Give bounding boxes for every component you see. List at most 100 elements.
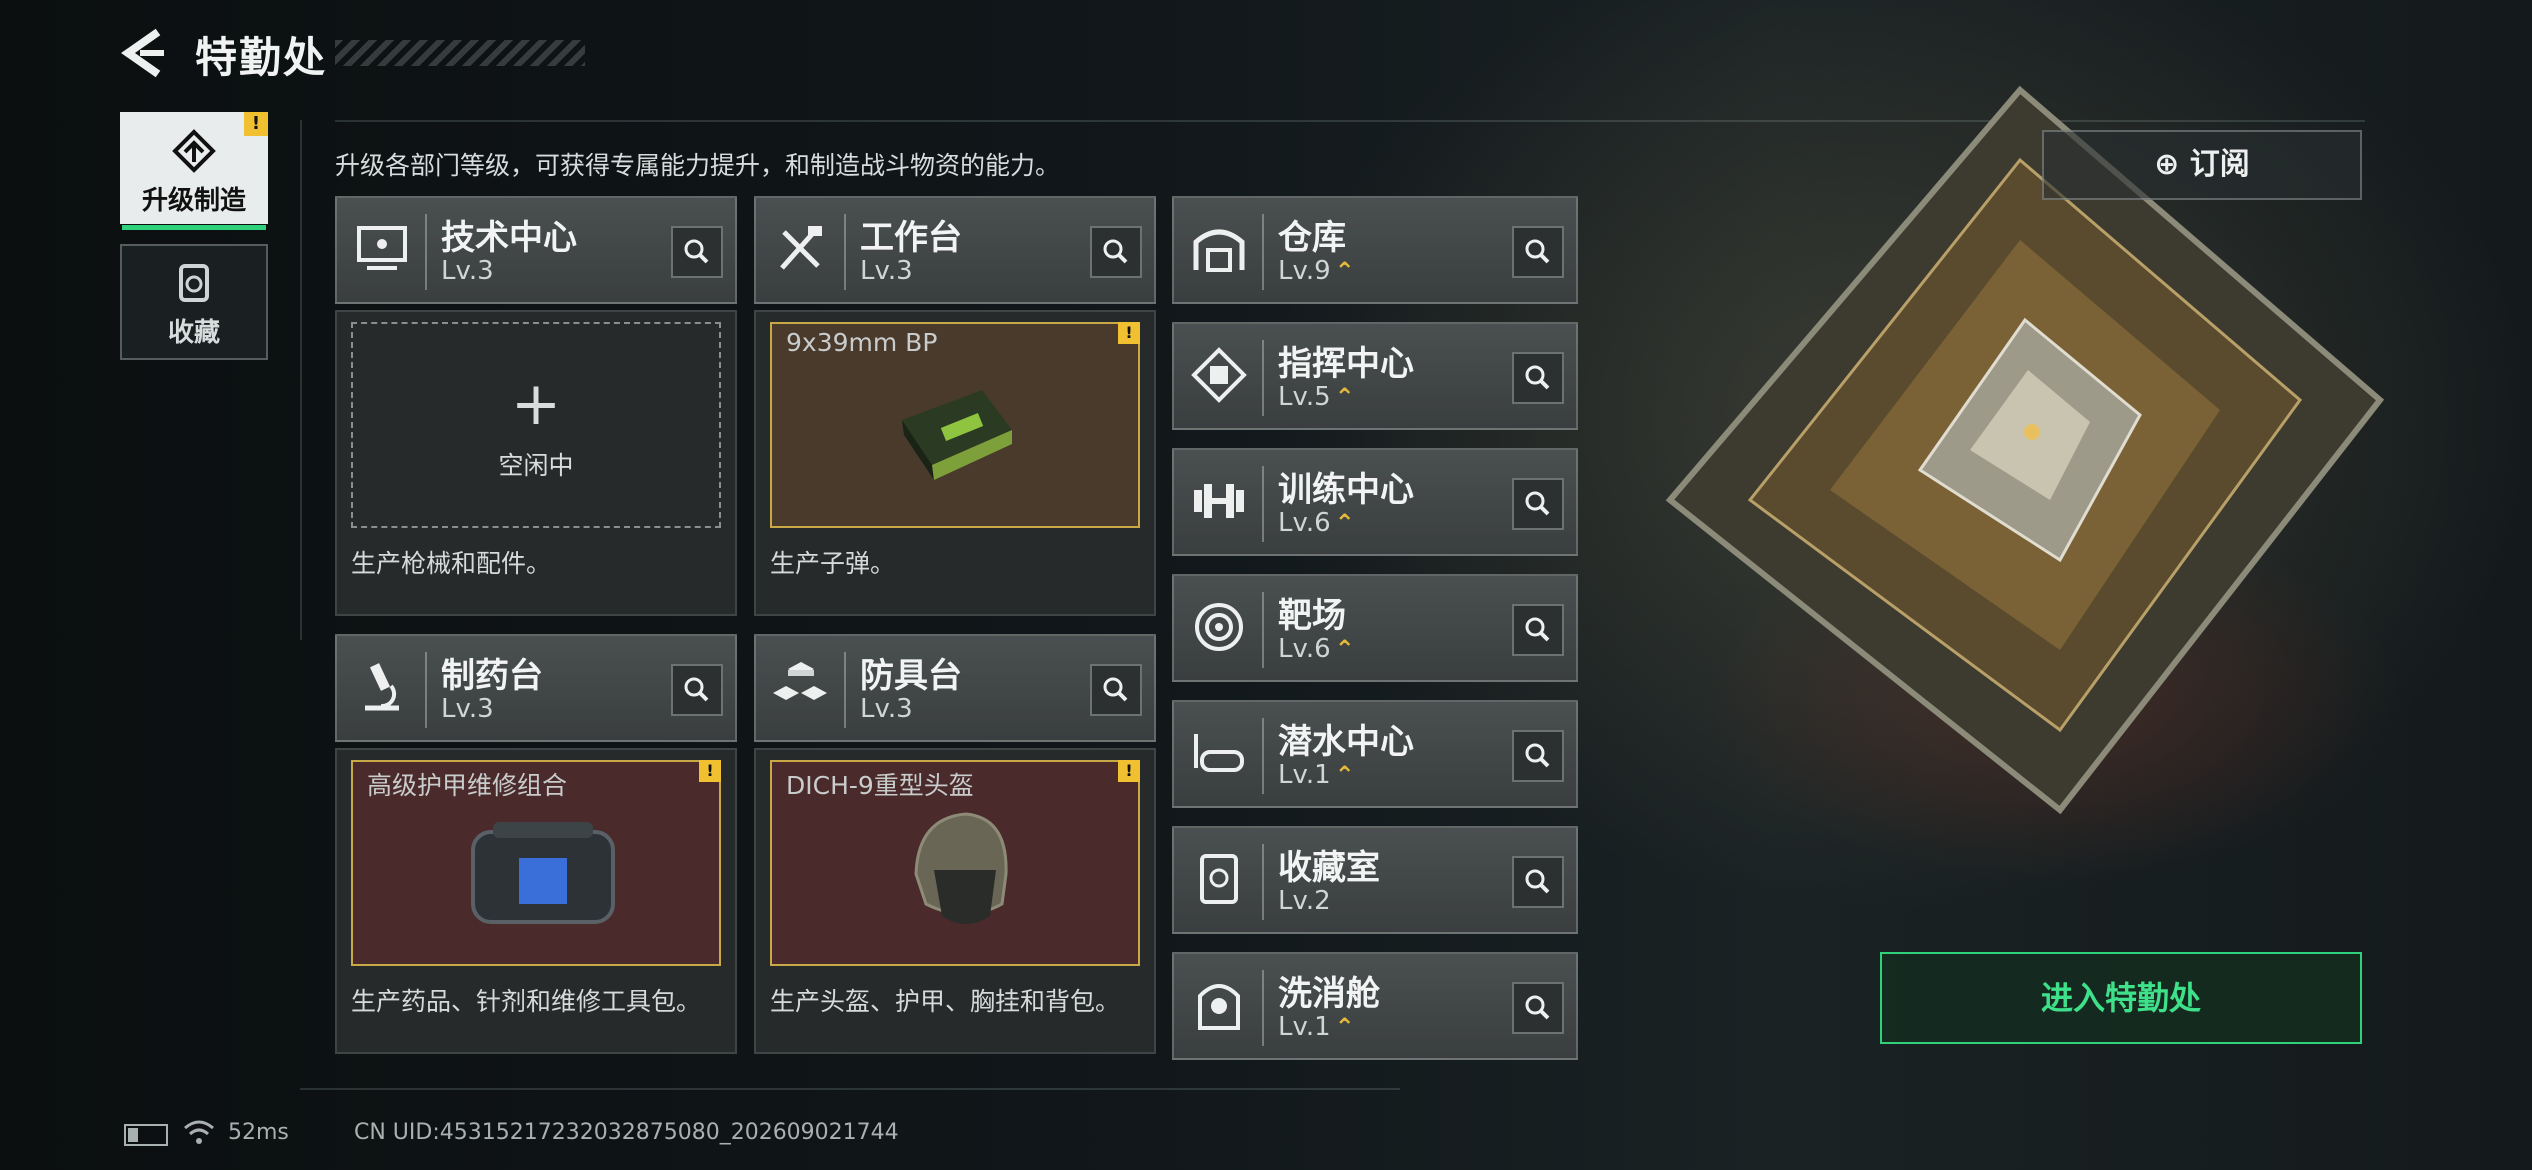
back-button[interactable]: [118, 28, 170, 78]
workshop-workbench-header[interactable]: 工作台 Lv.3: [754, 196, 1156, 304]
facility-warehouse[interactable]: 仓库 Lv.9 ⌃: [1172, 196, 1578, 304]
upgrade-available-icon: ⌃: [1334, 509, 1355, 537]
add-icon: +: [510, 369, 562, 439]
inspect-button[interactable]: [1512, 352, 1564, 404]
facility-level-text: Lv.2: [1278, 886, 1331, 916]
tab-upgrade-manufacture[interactable]: 升级制造 !: [120, 112, 268, 230]
inspect-button[interactable]: [671, 664, 723, 716]
heavy-helmet-image: [914, 812, 1008, 924]
idle-label: 空闲中: [498, 451, 574, 480]
production-slot[interactable]: 高级护甲维修组合 !: [351, 760, 721, 966]
upgrade-available-icon: ⌃: [1334, 383, 1355, 411]
inspect-button[interactable]: [1512, 478, 1564, 530]
upgrade-available-icon: ⌃: [1334, 1013, 1355, 1041]
armor-blocks-icon: [773, 662, 827, 700]
upgrade-available-icon: ⌃: [1334, 635, 1355, 663]
tab-collection[interactable]: 收藏: [120, 244, 268, 360]
workshop-armor-bench-header[interactable]: 防具台 Lv.3: [754, 634, 1156, 742]
frame-line-left: [300, 120, 302, 640]
facility-level: Lv.5 ⌃: [1278, 382, 1355, 412]
production-slot[interactable]: 9x39mm BP !: [770, 322, 1140, 528]
dumbbell-icon: [1194, 484, 1244, 518]
facility-level: Lv.1 ⌃: [1278, 760, 1355, 790]
facility-command-center[interactable]: 指挥中心 Lv.5 ⌃: [1172, 322, 1578, 430]
inspect-button[interactable]: [1512, 604, 1564, 656]
search-icon: [1525, 239, 1550, 264]
facility-level-text: Lv.1: [1278, 760, 1331, 790]
search-icon: [1525, 365, 1550, 390]
search-icon: [1525, 995, 1550, 1020]
upgrade-icon: [172, 129, 216, 173]
workbench-tools-icon: [780, 226, 822, 270]
inspect-button[interactable]: [1090, 226, 1142, 278]
subscribe-label: 订阅: [2189, 147, 2250, 182]
tab-collection-label: 收藏: [167, 318, 220, 348]
facility-decontamination-pod[interactable]: 洗消舱 Lv.1 ⌃: [1172, 952, 1578, 1060]
inspect-button[interactable]: [1512, 730, 1564, 782]
facility-name: 技术中心: [441, 218, 577, 258]
workshop-armor-bench-body: DICH-9重型头盔 ! 生产头盔、护甲、胸挂和背包。: [754, 748, 1156, 1054]
workshop-description: 生产子弹。: [770, 549, 896, 578]
collection-icon: [179, 264, 209, 302]
frame-line-bottom: [300, 1088, 1400, 1090]
search-icon: [1103, 677, 1128, 702]
facility-level-text: Lv.6: [1278, 634, 1331, 664]
workshop-tech-center-header[interactable]: 技术中心 Lv.3: [335, 196, 737, 304]
tech-center-icon: [357, 226, 407, 270]
facility-training-center[interactable]: 训练中心 Lv.6 ⌃: [1172, 448, 1578, 556]
subscribe-button[interactable]: ⊕ 订阅: [2042, 130, 2362, 200]
facility-name: 指挥中心: [1278, 344, 1414, 384]
inspect-button[interactable]: [671, 226, 723, 278]
facility-diving-center[interactable]: 潜水中心 Lv.1 ⌃: [1172, 700, 1578, 808]
inspect-button[interactable]: [1512, 226, 1564, 278]
search-icon: [1525, 743, 1550, 768]
workshop-workbench-body: 9x39mm BP ! 生产子弹。: [754, 310, 1156, 616]
inspect-button[interactable]: [1512, 982, 1564, 1034]
facility-level-text: Lv.1: [1278, 1012, 1331, 1042]
facility-level: Lv.1 ⌃: [1278, 1012, 1355, 1042]
search-icon: [1525, 869, 1550, 894]
header-divider: [1262, 970, 1264, 1046]
facility-name: 潜水中心: [1278, 722, 1414, 762]
search-icon: [1103, 239, 1128, 264]
workshop-pharmacy-header[interactable]: 制药台 Lv.3: [335, 634, 737, 742]
inspect-button[interactable]: [1512, 856, 1564, 908]
decontamination-pod-icon: [1198, 984, 1240, 1030]
warehouse-icon: [1193, 229, 1245, 272]
facility-collection-room[interactable]: 收藏室 Lv.2: [1172, 826, 1578, 934]
subscribe-icon: ⊕: [2154, 147, 2190, 182]
enter-special-ops-button[interactable]: 进入特勤处: [1880, 952, 2362, 1044]
facility-name: 仓库: [1278, 218, 1346, 258]
item-name: 9x39mm BP: [786, 328, 938, 357]
facility-level: Lv.9 ⌃: [1278, 256, 1355, 286]
page-description: 升级各部门等级，可获得专属能力提升，和制造战斗物资的能力。: [335, 151, 1061, 180]
workshop-description: 生产药品、针剂和维修工具包。: [351, 987, 702, 1016]
user-uid: CN UID:453152172320328750​80_20260902174…: [354, 1120, 899, 1145]
facility-level: Lv.3: [860, 694, 913, 724]
page-title: 特勤处: [195, 33, 328, 82]
header-divider: [425, 214, 427, 290]
header-divider: [1262, 844, 1264, 920]
command-chip-icon: [1191, 347, 1247, 403]
facility-shooting-range[interactable]: 靶场 Lv.6 ⌃: [1172, 574, 1578, 682]
ping-indicator: 52ms: [228, 1120, 289, 1145]
tab-upgrade-manufacture-label: 升级制造: [141, 186, 246, 216]
inspect-button[interactable]: [1090, 664, 1142, 716]
workshop-description: 生产头盔、护甲、胸挂和背包。: [770, 987, 1121, 1016]
facility-level: Lv.6 ⌃: [1278, 508, 1355, 538]
item-name: 高级护甲维修组合: [367, 771, 568, 800]
upgrade-available-icon: ⌃: [1334, 257, 1355, 285]
facility-level-text: Lv.5: [1278, 382, 1331, 412]
facility-name: 制药台: [441, 656, 543, 696]
warning-badge: !: [244, 112, 268, 136]
facility-name: 训练中心: [1278, 470, 1414, 510]
facility-name: 收藏室: [1278, 848, 1380, 888]
production-slot-empty[interactable]: + 空闲中: [351, 322, 721, 528]
header-divider: [844, 214, 846, 290]
ammo-box-image: [902, 390, 1012, 480]
header-divider: [844, 652, 846, 728]
facility-level: Lv.6 ⌃: [1278, 634, 1355, 664]
search-icon: [1525, 617, 1550, 642]
warning-badge: !: [699, 760, 721, 782]
production-slot[interactable]: DICH-9重型头盔 !: [770, 760, 1140, 966]
